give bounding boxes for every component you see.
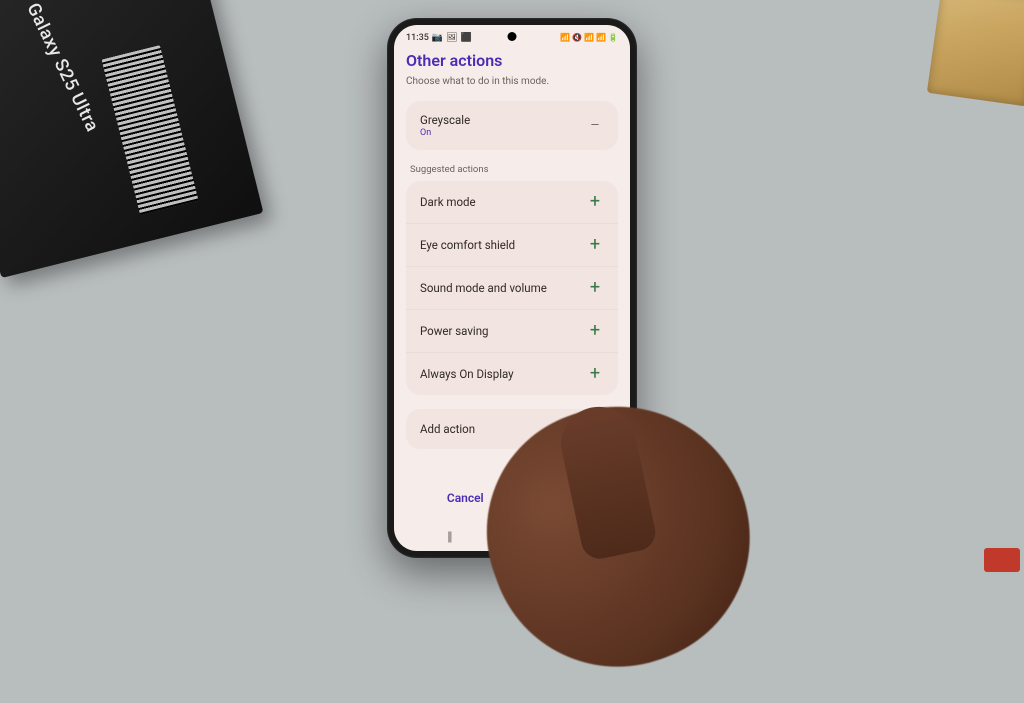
suggested-row-power-saving[interactable]: Power saving + [406, 310, 618, 353]
action-status: On [420, 128, 470, 138]
suggested-row-eye-comfort[interactable]: Eye comfort shield + [406, 224, 618, 267]
gallery-icon: 🖼 [446, 33, 457, 43]
recents-button[interactable]: ||| [447, 530, 451, 545]
add-icon[interactable]: + [586, 322, 604, 340]
add-icon[interactable]: + [586, 279, 604, 297]
front-camera [508, 32, 517, 41]
suggested-label: Eye comfort shield [420, 238, 515, 252]
suggested-actions-card: Dark mode + Eye comfort shield + Sound m… [406, 181, 618, 395]
action-label: Greyscale [420, 113, 470, 127]
suggested-header: Suggested actions [410, 164, 614, 175]
suggested-label: Dark mode [420, 195, 476, 209]
video-watermark [984, 548, 1020, 572]
signal-icon-1: 📶 [584, 33, 594, 42]
add-icon[interactable]: + [586, 365, 604, 383]
camera-icon: 📷 [432, 33, 443, 43]
suggested-label: Power saving [420, 324, 489, 338]
status-right: 📶 🔇 📶 📶 🔋 [560, 33, 618, 42]
action-row-greyscale[interactable]: Greyscale On − [406, 101, 618, 150]
page-title: Other actions [406, 51, 618, 70]
network-icon: 📶 [560, 33, 570, 42]
mute-icon: 🔇 [572, 33, 582, 42]
suggested-row-sound[interactable]: Sound mode and volume + [406, 267, 618, 310]
suggested-row-dark-mode[interactable]: Dark mode + [406, 181, 618, 224]
signal-icon-2: 📶 [596, 33, 606, 42]
background-object [927, 0, 1024, 106]
box-product-name: Galaxy S25 Ultra [22, 0, 102, 135]
active-actions-card: Greyscale On − [406, 101, 618, 150]
battery-icon: 🔋 [608, 33, 618, 42]
suggested-row-aod[interactable]: Always On Display + [406, 353, 618, 395]
remove-icon[interactable]: − [586, 117, 604, 135]
add-icon[interactable]: + [586, 236, 604, 254]
status-time: 11:35 [406, 33, 429, 43]
status-left: 11:35 📷 🖼 ⬛ [406, 33, 472, 43]
page-subtitle: Choose what to do in this mode. [406, 76, 618, 87]
suggested-label: Sound mode and volume [420, 281, 547, 295]
add-icon[interactable]: + [586, 193, 604, 211]
suggested-label: Always On Display [420, 367, 514, 381]
app-icon: ⬛ [461, 33, 472, 43]
